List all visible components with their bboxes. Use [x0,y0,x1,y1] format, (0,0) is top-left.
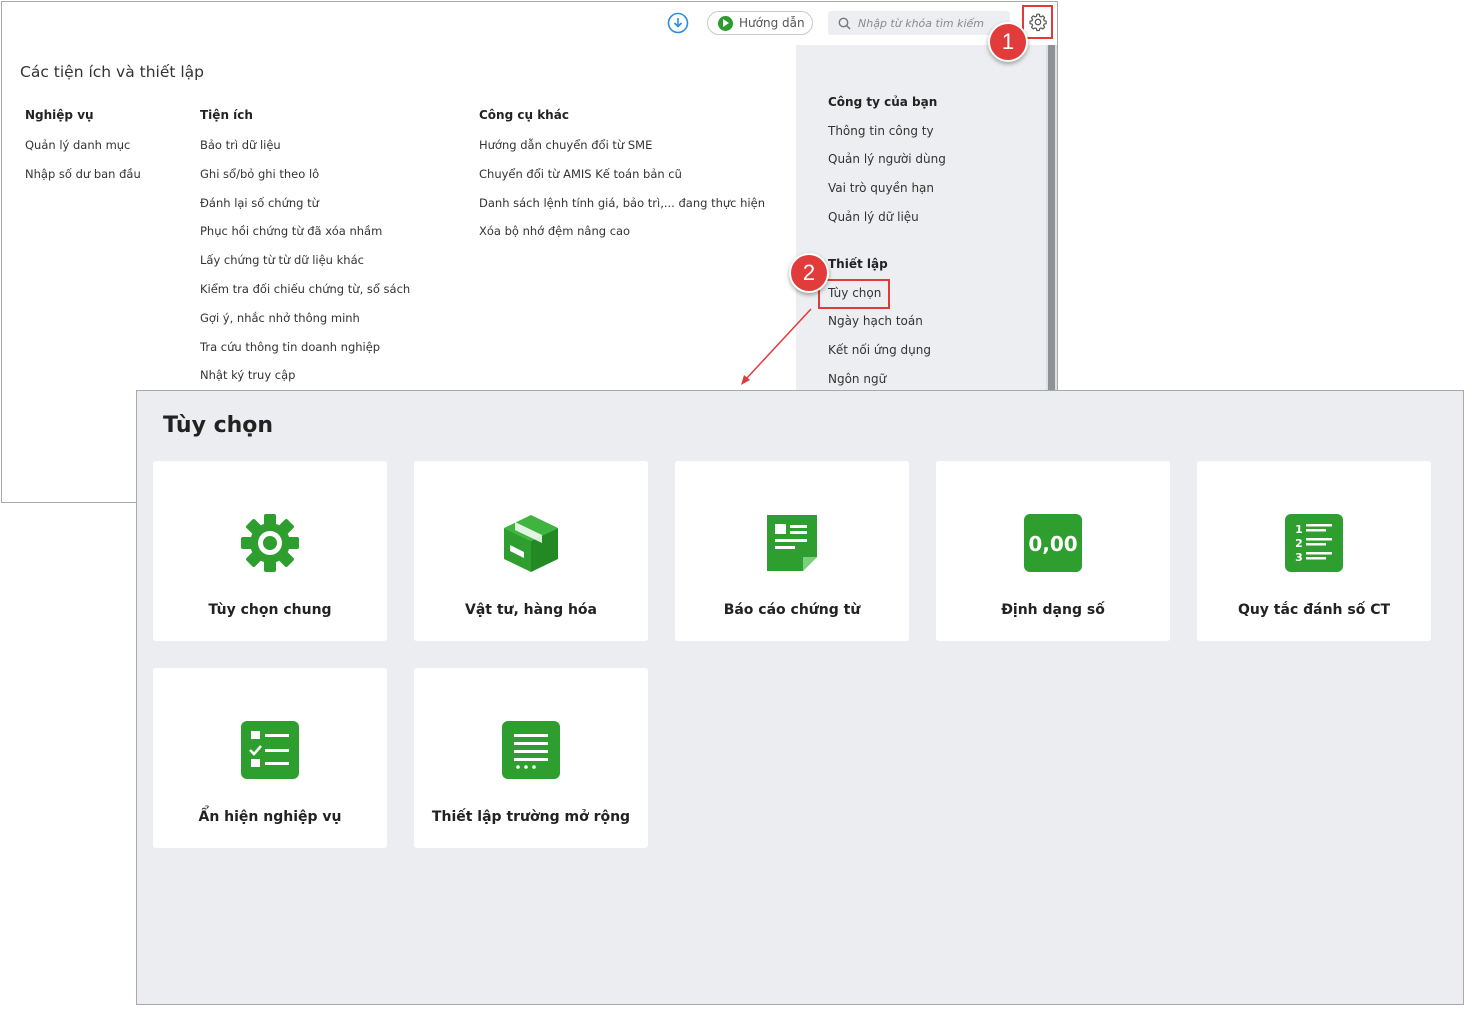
menu-link[interactable]: Kiểm tra đối chiếu chứng từ, sổ sách [200,281,410,310]
column-heading-other-tools: Công cụ khác [479,108,569,122]
tile-general-options[interactable]: Tùy chọn chung [153,461,387,641]
column-heading-business: Nghiệp vụ [25,108,94,122]
panel-title: Các tiện ích và thiết lập [20,63,205,81]
menu-item-app-connect[interactable]: Kết nối ứng dụng [828,343,931,357]
search-input[interactable] [858,16,998,30]
svg-text:1: 1 [1295,523,1303,536]
menu-link[interactable]: Phục hồi chứng từ đã xóa nhầm [200,223,410,252]
options-title: Tùy chọn [163,413,274,438]
gear-icon [241,514,299,572]
tile-materials-goods[interactable]: Vật tư, hàng hóa [414,461,648,641]
utilities-list: Bảo trì dữ liệu Ghi sổ/bỏ ghi theo lô Đá… [200,137,410,396]
scrollbar-thumb[interactable] [1048,45,1055,393]
tile-numbering-rules[interactable]: 1 2 3 Quy tắc đánh số CT [1197,461,1431,641]
company-heading: Công ty của bạn [828,95,938,109]
menu-item-posting-date[interactable]: Ngày hạch toán [828,314,923,328]
menu-item-user-management[interactable]: Quản lý người dùng [828,152,946,166]
settings-heading: Thiết lập [828,257,888,271]
menu-link[interactable]: Lấy chứng từ từ dữ liệu khác [200,252,410,281]
step-badge-1: 1 [988,22,1028,62]
document-report-icon [767,515,817,571]
tile-label: Quy tắc đánh số CT [1237,602,1391,618]
menu-link[interactable]: Bảo trì dữ liệu [200,137,410,166]
options-panel: Tùy chọn Tùy chọn chung Vật tư, hàng hóa… [136,390,1464,1005]
number-format-text: 0,00 [1028,532,1077,556]
search-icon [838,17,851,30]
menu-link[interactable]: Nhập số dư ban đầu [25,166,141,195]
tile-label: Thiết lập trường mở rộng [431,809,631,825]
tile-extended-fields[interactable]: Thiết lập trường mở rộng [414,668,648,848]
menu-link[interactable]: Quản lý danh mục [25,137,141,166]
menu-item-roles[interactable]: Vai trò quyền hạn [828,181,934,195]
step-badge-2: 2 [789,253,829,293]
menu-link[interactable]: Hướng dẫn chuyển đổi từ SME [479,137,765,166]
menu-link[interactable]: Xóa bộ nhớ đệm nâng cao [479,223,765,252]
svg-text:3: 3 [1295,551,1303,564]
options-highlight-box [818,279,890,309]
svg-text:2: 2 [1295,537,1303,550]
menu-item-language[interactable]: Ngôn ngữ [828,372,886,386]
tile-label: Vật tư, hàng hóa [464,602,597,618]
gear-icon [1028,13,1047,32]
numbered-list-icon: 1 2 3 [1285,514,1343,572]
lines-more-icon [502,721,560,779]
checklist-icon [241,721,299,779]
tile-label: Định dạng số [1001,602,1105,618]
menu-item-company-info[interactable]: Thông tin công ty [828,124,934,138]
menu-link[interactable]: Chuyển đổi từ AMIS Kế toán bản cũ [479,166,765,195]
tile-label: Ẩn hiện nghiệp vụ [198,809,342,825]
tile-label: Báo cáo chứng từ [723,602,861,618]
other-tools-list: Hướng dẫn chuyển đổi từ SME Chuyển đổi t… [479,137,765,252]
menu-link[interactable]: Gợi ý, nhắc nhở thông minh [200,310,410,339]
play-icon [718,15,733,31]
download-circle-icon[interactable] [667,12,689,34]
box-icon [504,515,558,572]
menu-item-data-management[interactable]: Quản lý dữ liệu [828,210,919,224]
tile-document-reports[interactable]: Báo cáo chứng từ [675,461,909,641]
guide-button[interactable]: Hướng dẫn [707,11,813,35]
menu-link[interactable]: Danh sách lệnh tính giá, bảo trì,... đan… [479,195,765,224]
menu-link[interactable]: Tra cứu thông tin doanh nghiệp [200,339,410,368]
column-heading-utilities: Tiện ích [200,108,253,122]
business-list: Quản lý danh mục Nhập số dư ban đầu [25,137,141,195]
menu-link[interactable]: Đánh lại số chứng từ [200,195,410,224]
menu-link[interactable]: Ghi sổ/bỏ ghi theo lô [200,166,410,195]
tile-number-format[interactable]: 0,00 Định dạng số [936,461,1170,641]
guide-label: Hướng dẫn [739,16,805,30]
tile-label: Tùy chọn chung [208,602,332,618]
search-box[interactable] [828,11,1010,35]
number-format-icon: 0,00 [1024,514,1082,572]
pointer-arrow-icon [741,308,812,385]
tile-show-hide-operations[interactable]: Ẩn hiện nghiệp vụ [153,668,387,848]
